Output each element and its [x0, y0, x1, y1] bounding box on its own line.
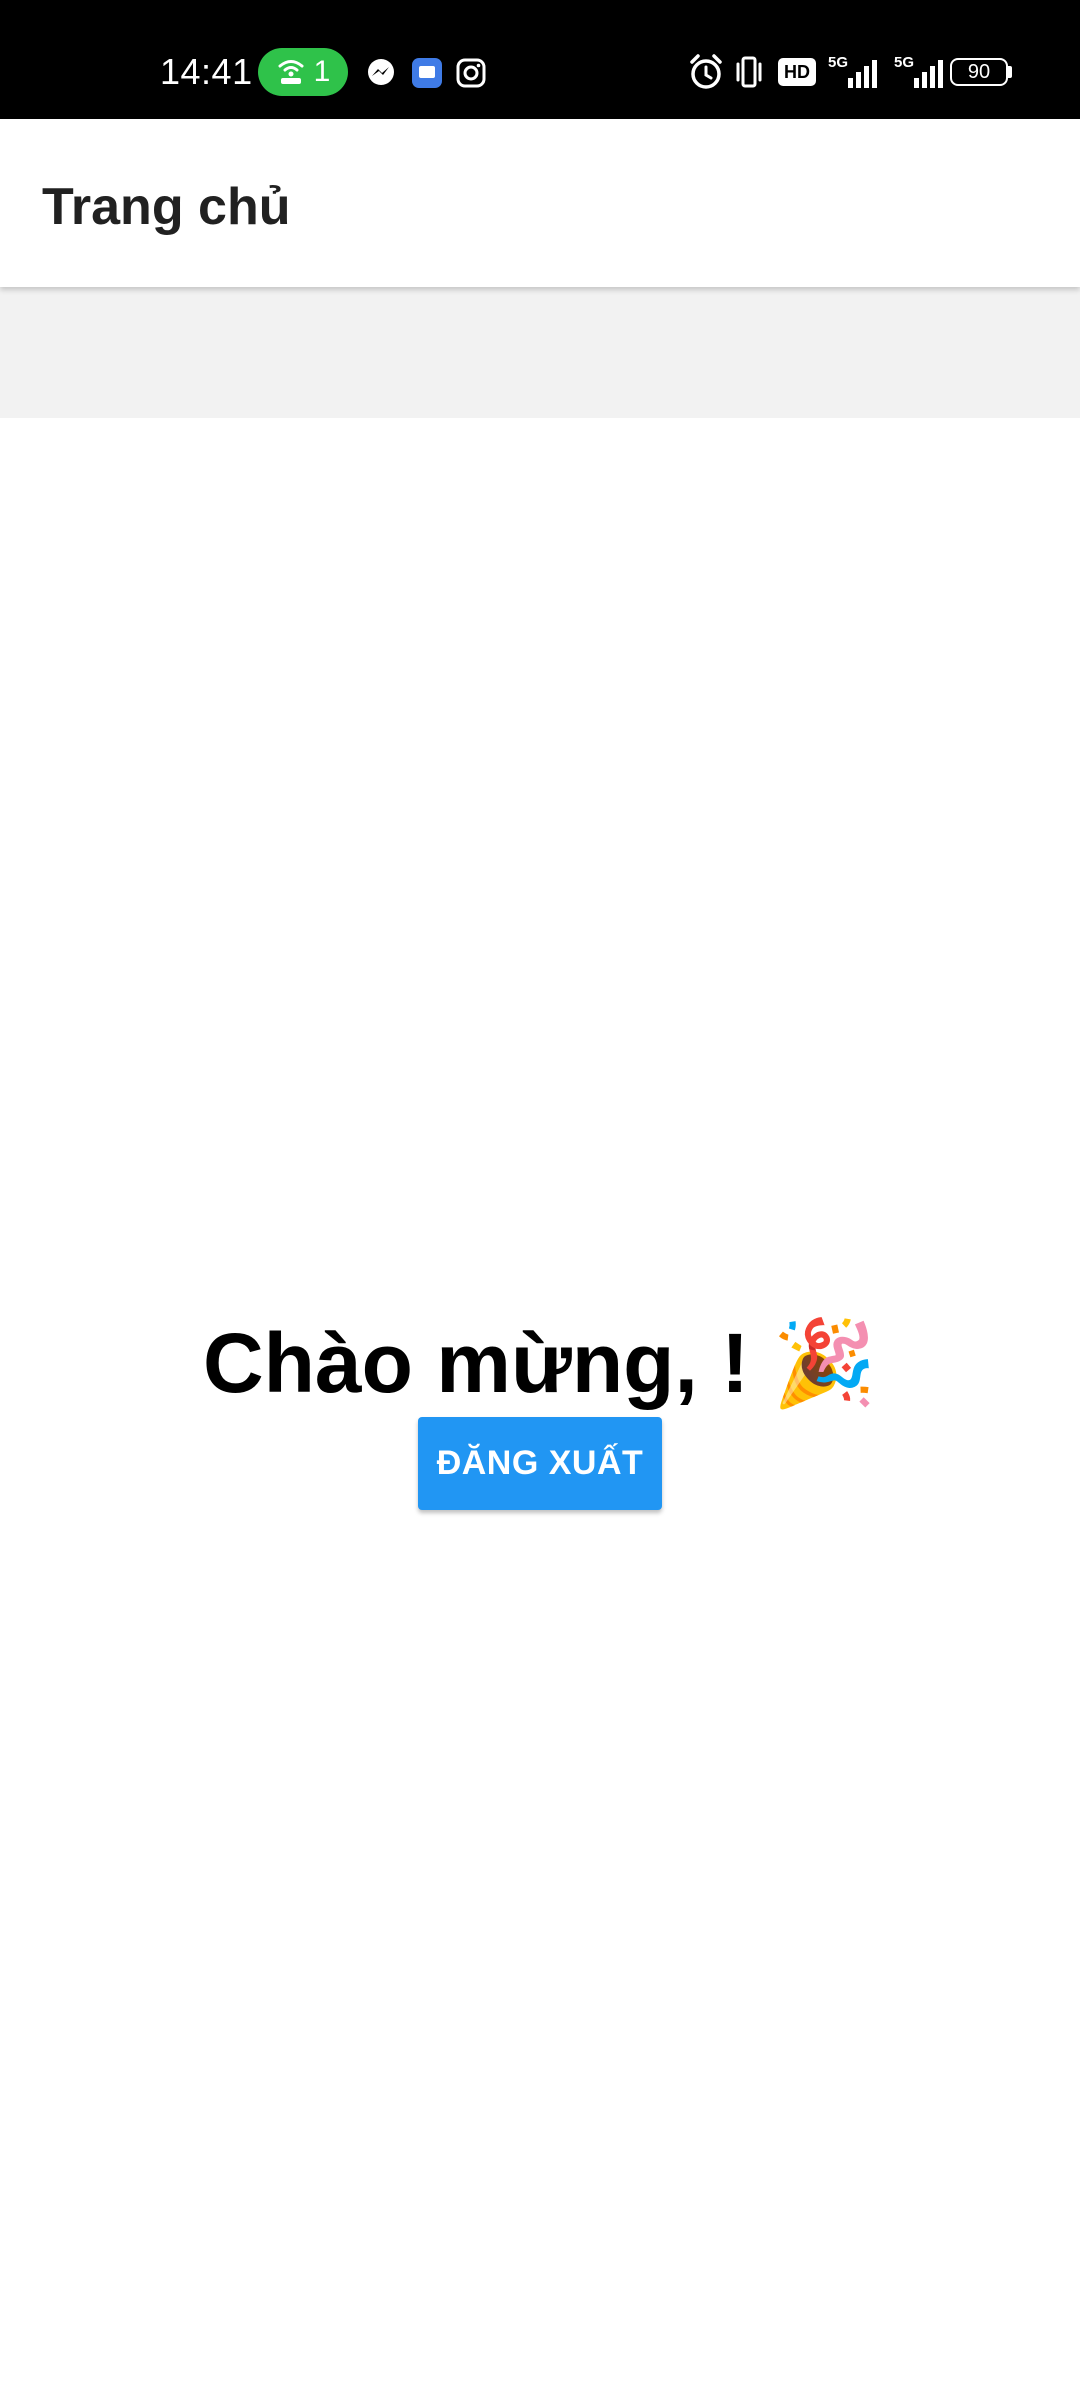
network-label-1: 5G	[828, 54, 848, 71]
home-screen: 14:41 1 HD 5G 5G 90 Trang chủ Chào mừng,…	[0, 0, 1080, 2400]
battery-level: 90	[967, 60, 991, 83]
status-bar: 14:41 1 HD 5G 5G 90	[0, 0, 1080, 119]
welcome-text: Chào mừng, ! 🎉	[202, 1316, 878, 1410]
vibrate-icon	[736, 56, 762, 88]
hd-voice-icon: HD	[778, 58, 816, 86]
signal-5g-icon: 5G	[894, 54, 943, 88]
logout-button[interactable]: ĐĂNG XUẤT	[418, 1417, 662, 1510]
status-time: 14:41	[160, 51, 253, 92]
header-band	[0, 287, 1080, 418]
network-label-2: 5G	[894, 54, 914, 71]
messenger-icon	[368, 59, 394, 85]
battery-tip	[1008, 66, 1012, 78]
hotspot-count: 1	[313, 55, 331, 88]
alarm-icon	[690, 54, 722, 89]
page-title: Trang chủ	[42, 178, 291, 236]
signal-5g-icon: 5G	[828, 54, 877, 88]
hotspot-indicator[interactable]: 1	[258, 48, 348, 96]
message-app-icon	[412, 58, 442, 88]
instagram-icon	[456, 58, 486, 88]
hotspot-icon	[278, 60, 304, 84]
app-bar: Trang chủ	[0, 119, 1080, 287]
hd-label: HD	[784, 61, 810, 82]
battery-icon: 90	[950, 58, 1008, 86]
